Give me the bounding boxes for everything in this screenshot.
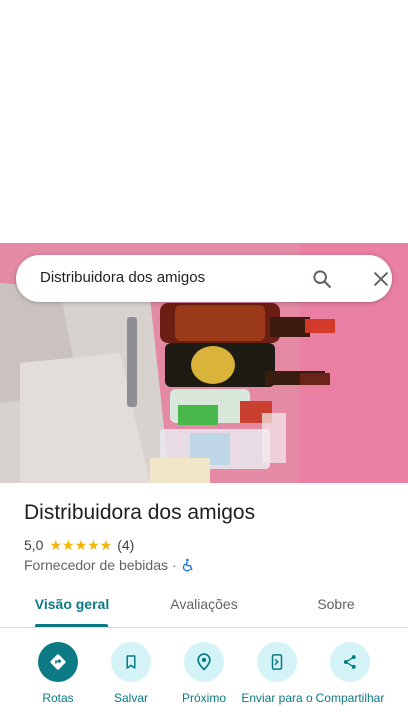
- share-icon: [343, 655, 356, 669]
- map-area[interactable]: [0, 0, 408, 243]
- directions-circle: [38, 642, 78, 682]
- rating-row[interactable]: 5,0 ★★★★★ (4): [24, 536, 134, 554]
- star-rating: ★★★★★: [49, 536, 113, 553]
- bookmark-icon: [126, 655, 136, 669]
- active-tab-indicator: [35, 624, 108, 627]
- save-label: Salvar: [113, 691, 148, 705]
- close-button[interactable]: [367, 265, 395, 293]
- category-row: Fornecedor de bebidas ·: [24, 556, 195, 574]
- nearby-icon: [197, 653, 211, 671]
- rating-value: 5,0: [24, 537, 44, 553]
- share-circle: [330, 642, 370, 682]
- share-label: Compartilhar: [315, 691, 385, 705]
- tab-overview[interactable]: Visão geral: [22, 588, 122, 628]
- search-icon: [313, 270, 331, 288]
- send-to-phone-icon: [271, 654, 283, 670]
- tab-about[interactable]: Sobre: [296, 588, 376, 628]
- nearby-circle: [184, 642, 224, 682]
- save-button[interactable]: Salvar: [91, 642, 171, 706]
- search-bar[interactable]: Distribuidora dos amigos: [16, 255, 392, 302]
- tab-reviews[interactable]: Avaliações: [152, 588, 256, 628]
- search-button[interactable]: [308, 265, 336, 293]
- directions-label: Rotas: [42, 691, 74, 705]
- directions-button[interactable]: Rotas: [18, 642, 98, 706]
- review-count[interactable]: (4): [117, 537, 134, 553]
- send-to-phone-label: Enviar para o: [241, 691, 313, 705]
- place-title: Distribuidora dos amigos: [24, 501, 256, 524]
- send-to-phone-circle: [257, 642, 297, 682]
- send-to-phone-button[interactable]: Enviar para o: [237, 642, 317, 706]
- close-icon: [374, 272, 388, 286]
- separator-dot: ·: [172, 557, 177, 573]
- place-category: Fornecedor de bebidas: [24, 557, 168, 573]
- nearby-label: Próximo: [181, 691, 226, 705]
- save-circle: [111, 642, 151, 682]
- nearby-button[interactable]: Próximo: [164, 642, 244, 706]
- search-query-text[interactable]: Distribuidora dos amigos: [40, 269, 205, 286]
- tab-bar: Visão geral Avaliações Sobre: [0, 588, 408, 628]
- wheelchair-accessible-icon: [182, 558, 193, 572]
- action-bar: Rotas Salvar Próximo Enviar para o Compa…: [0, 642, 408, 726]
- share-button[interactable]: Compartilhar: [310, 642, 390, 706]
- directions-icon: [50, 654, 66, 670]
